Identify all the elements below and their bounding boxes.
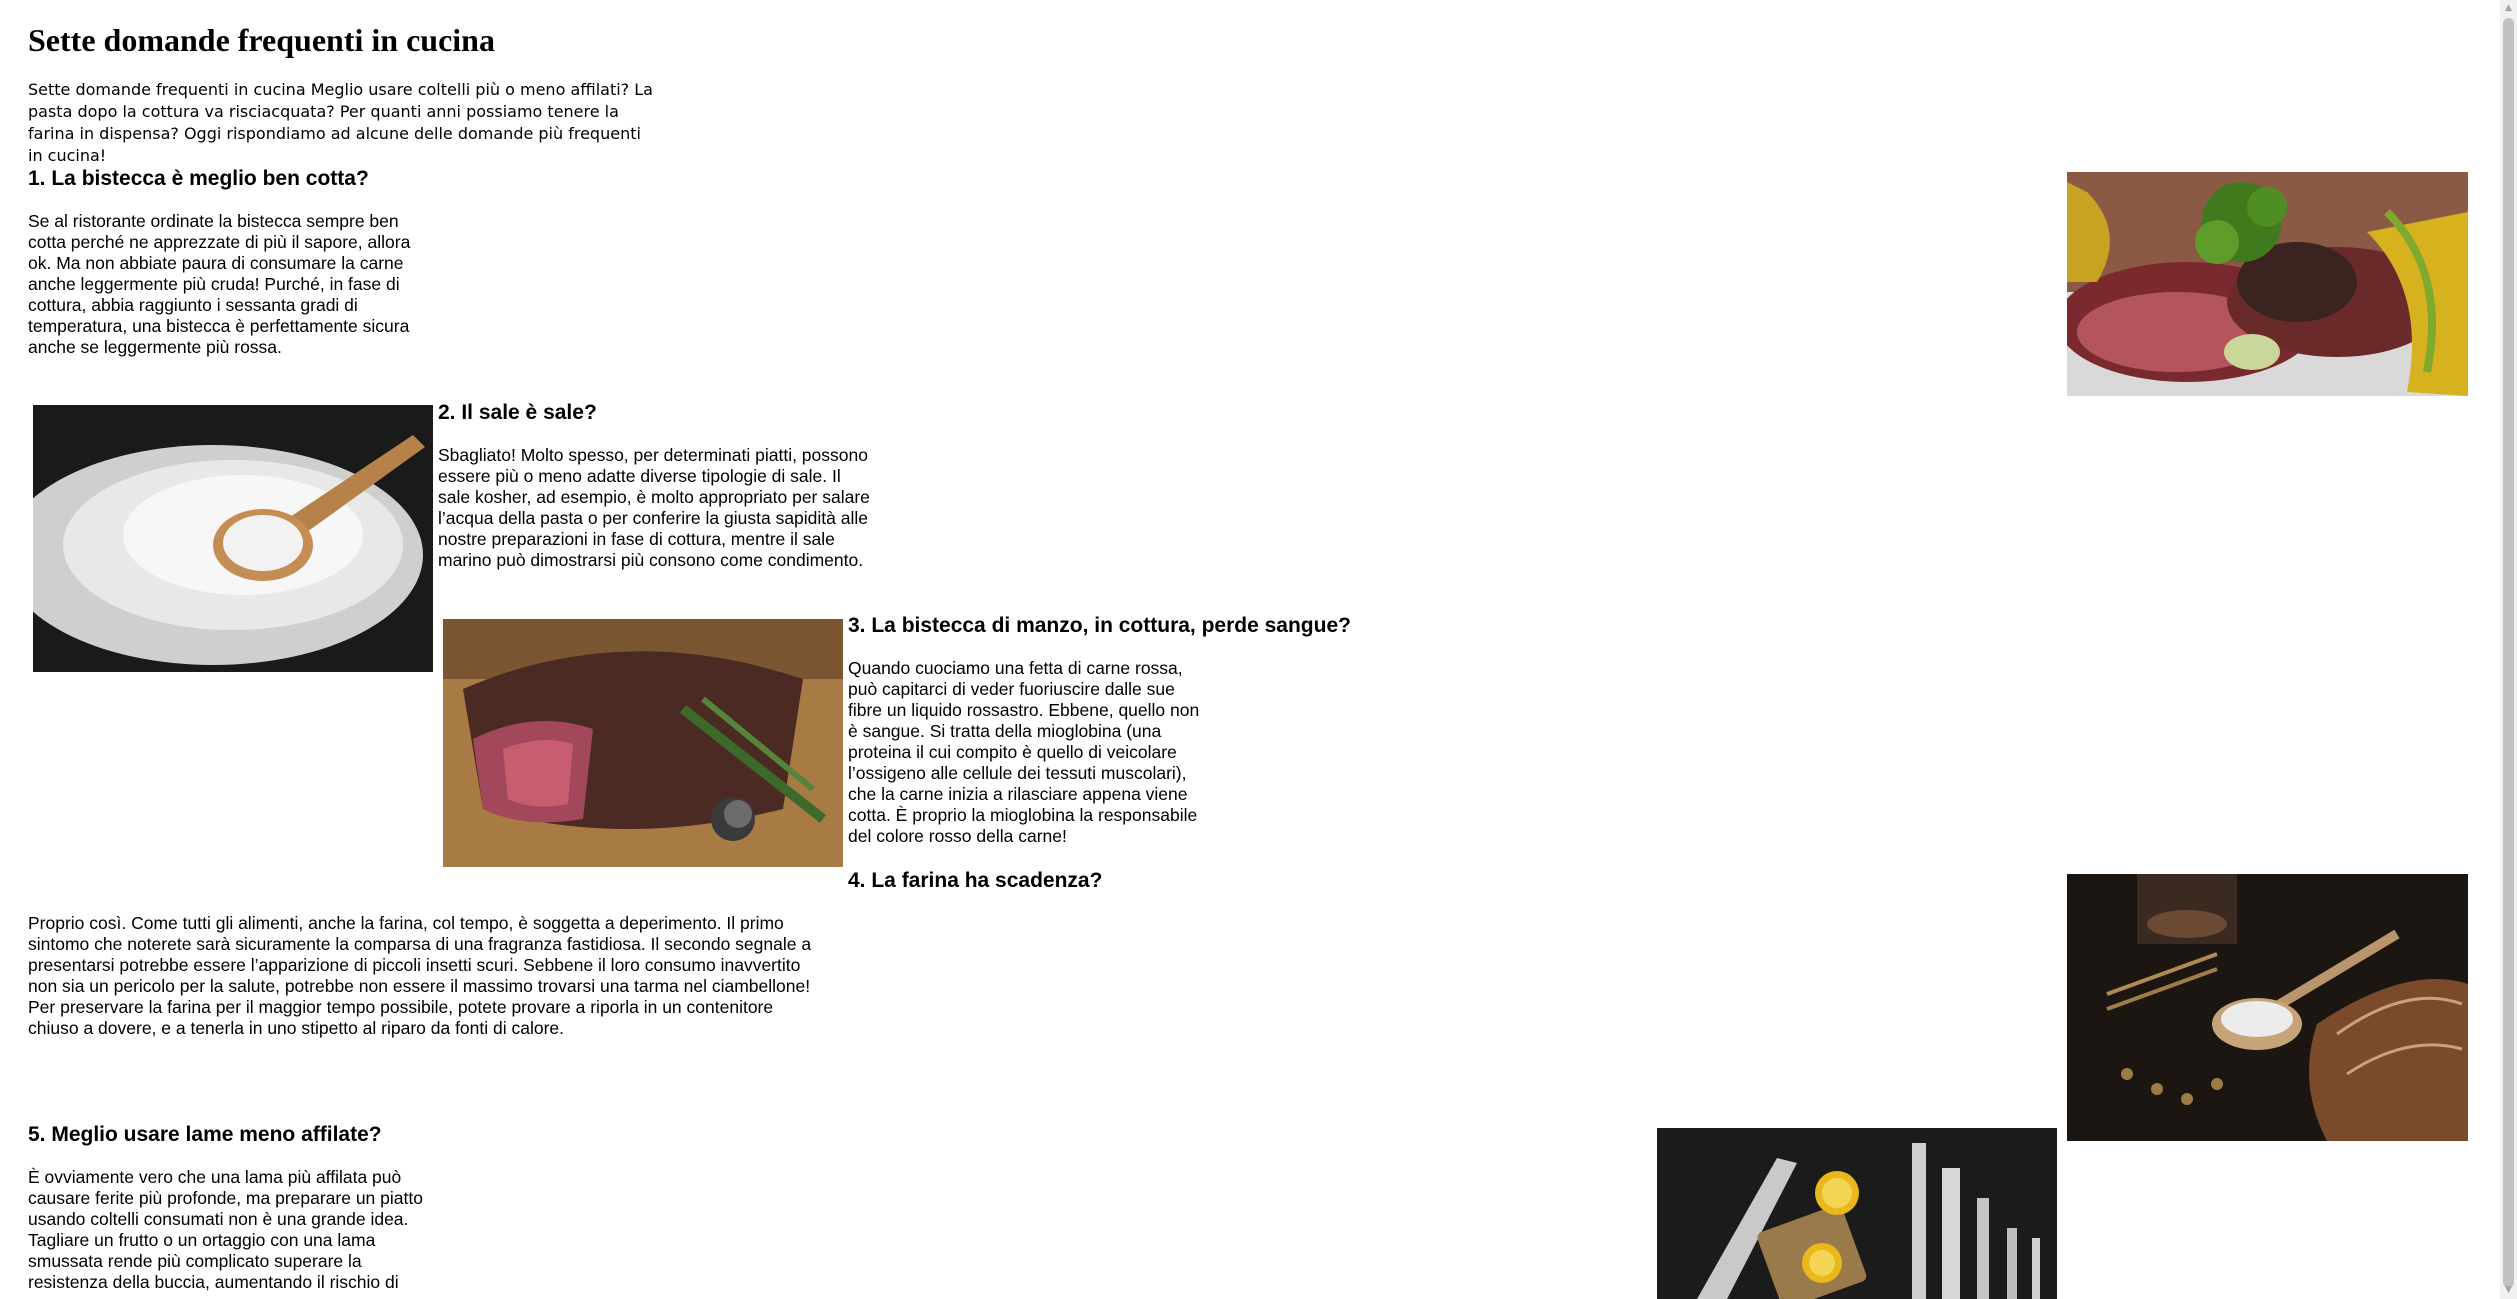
section-5-heading: 5. Meglio usare lame meno affilate? xyxy=(28,1123,382,1146)
section-2-heading: 2. Il sale è sale? xyxy=(438,401,597,424)
section-1-text: Se al ristorante ordinate la bistecca se… xyxy=(28,211,411,357)
salt-spoon-photo xyxy=(33,405,433,672)
page-title: Sette domande frequenti in cucina xyxy=(28,22,495,58)
steak-photo xyxy=(2067,172,2468,396)
scroll-down-icon[interactable]: ▼ xyxy=(2500,1282,2517,1299)
section-3-text: Quando cuociamo una fetta di carne rossa… xyxy=(848,658,1200,846)
scroll-up-icon[interactable]: ▲ xyxy=(2500,0,2517,17)
intro-text: Sette domande frequenti in cucina Meglio… xyxy=(28,80,653,165)
section-4-text: Proprio così. Come tutti gli alimenti, a… xyxy=(28,913,812,1038)
vertical-scrollbar[interactable]: ▲ ▼ xyxy=(2500,0,2517,1299)
knives-photo xyxy=(1657,1128,2057,1299)
section-4-heading: 4. La farina ha scadenza? xyxy=(848,869,1103,892)
section-1-heading: 1. La bistecca è meglio ben cotta? xyxy=(28,167,369,190)
section-2-text: Sbagliato! Molto spesso, per determinati… xyxy=(438,445,870,570)
beef-roast-photo xyxy=(443,619,843,867)
section-3-heading: 3. La bistecca di manzo, in cottura, per… xyxy=(848,614,1351,637)
scroll-thumb[interactable] xyxy=(2503,18,2514,1288)
section-5-text: È ovviamente vero che una lama più affil… xyxy=(28,1167,423,1292)
flour-bread-photo xyxy=(2067,874,2468,1141)
